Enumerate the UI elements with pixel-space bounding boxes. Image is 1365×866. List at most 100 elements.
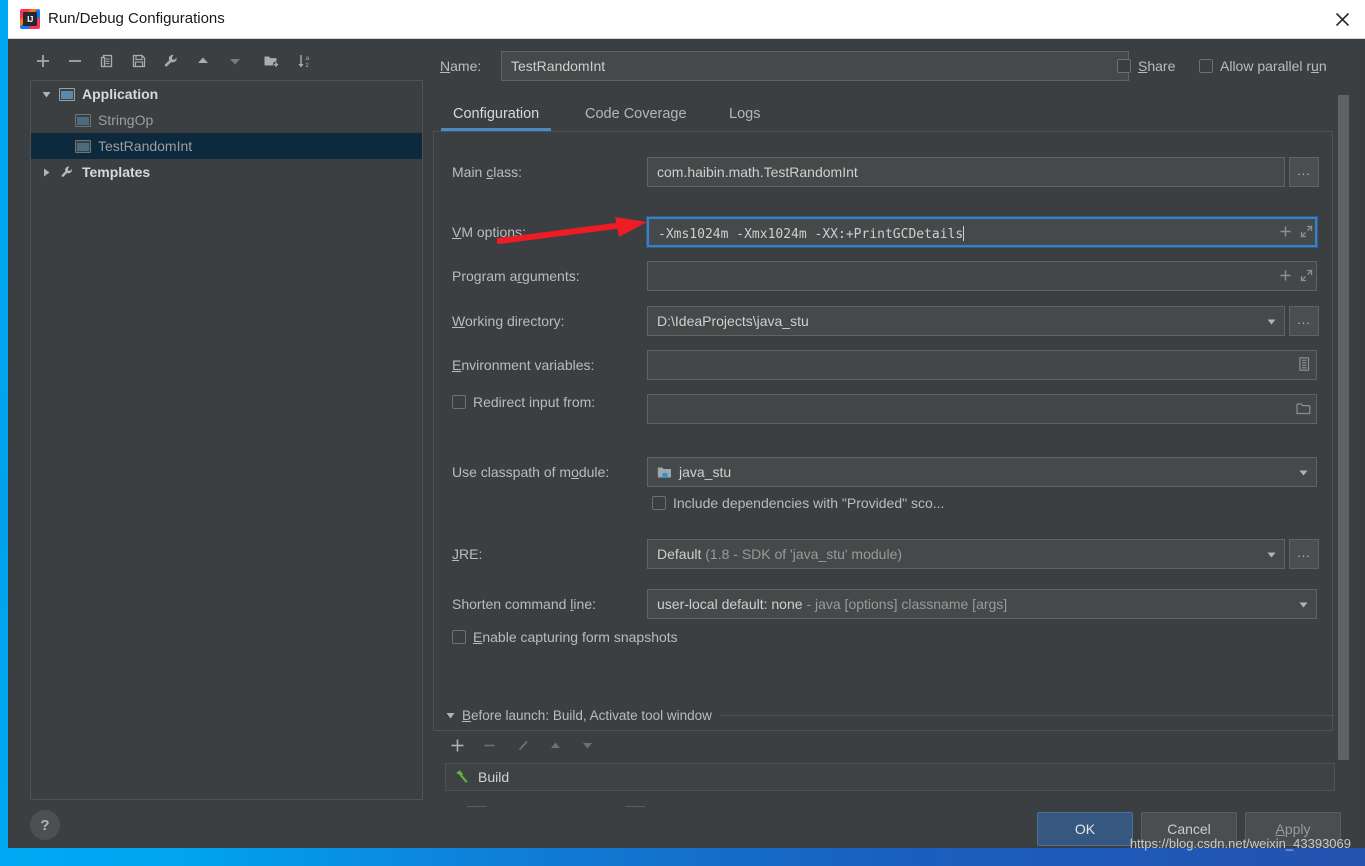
before-launch-remove-button[interactable] xyxy=(477,733,501,757)
jre-value: Default xyxy=(657,546,702,562)
hammer-icon xyxy=(454,769,470,785)
tree-node-label: TestRandomInt xyxy=(98,138,193,154)
chevron-down-icon[interactable] xyxy=(1258,540,1284,568)
shorten-command-line-label: Shorten command line: xyxy=(452,596,596,612)
enable-snapshots-label: Enable capturing form snapshots xyxy=(473,629,678,645)
tree-node-templates[interactable]: Templates xyxy=(31,159,422,185)
move-down-button[interactable] xyxy=(222,48,248,74)
chevron-down-icon[interactable] xyxy=(1290,590,1316,618)
dialog-title-bar: IJ Run/Debug Configurations xyxy=(8,0,1365,39)
desktop-backdrop: IJ Run/Debug Configurations a z Applicat… xyxy=(0,0,1365,866)
chevron-down-icon[interactable] xyxy=(1258,307,1284,335)
copy-configuration-button[interactable] xyxy=(94,48,120,74)
new-folder-button[interactable] xyxy=(258,48,284,74)
checkbox-box xyxy=(652,496,666,510)
shorten-command-line-combo[interactable]: user-local default: none - java [options… xyxy=(647,589,1317,619)
program-arguments-expand-icon[interactable] xyxy=(1296,262,1316,288)
environment-variables-field[interactable] xyxy=(647,350,1317,380)
program-arguments-field[interactable] xyxy=(647,261,1317,291)
main-class-field[interactable]: com.haibin.math.TestRandomInt xyxy=(647,157,1285,187)
checkbox-box xyxy=(452,395,466,409)
before-launch-header[interactable]: Before launch: Build, Activate tool wind… xyxy=(445,705,1335,725)
working-directory-browse-button[interactable]: ... xyxy=(1289,306,1319,336)
checkbox-box xyxy=(452,630,466,644)
jre-label: JRE: xyxy=(452,546,483,562)
module-icon xyxy=(657,466,672,479)
jre-combo[interactable]: Default (1.8 - SDK of 'java_stu' module) xyxy=(647,539,1285,569)
chevron-down-icon[interactable] xyxy=(445,710,456,721)
configuration-panel: Main class: com.haibin.math.TestRandomIn… xyxy=(433,131,1333,731)
vm-options-add-icon[interactable] xyxy=(1275,218,1295,244)
form-scrollbar-thumb[interactable] xyxy=(1338,95,1349,760)
wrench-icon xyxy=(59,165,75,179)
configurations-toolbar: a z xyxy=(30,48,420,74)
tree-node-stringop[interactable]: StringOp xyxy=(31,107,422,133)
chevron-right-icon[interactable] xyxy=(39,165,53,179)
use-classpath-value: java_stu xyxy=(679,464,732,480)
name-input[interactable]: TestRandomInt xyxy=(501,51,1129,81)
jre-value-wrap: Default (1.8 - SDK of 'java_stu' module) xyxy=(657,540,902,568)
use-classpath-label: Use classpath of module: xyxy=(452,464,610,480)
tree-node-application[interactable]: Application xyxy=(31,81,422,107)
tab-code-coverage[interactable]: Code Coverage xyxy=(573,98,699,131)
jre-browse-button[interactable]: ... xyxy=(1289,539,1319,569)
folder-icon[interactable] xyxy=(1292,395,1314,421)
svg-text:a: a xyxy=(305,55,309,62)
jre-value-detail: (1.8 - SDK of 'java_stu' module) xyxy=(705,546,903,562)
tree-node-testrandomint[interactable]: TestRandomInt xyxy=(31,133,422,159)
tab-logs[interactable]: Logs xyxy=(717,98,772,131)
intellij-idea-icon: IJ xyxy=(20,9,40,29)
configuration-form: Name: TestRandomInt Share Allow parallel… xyxy=(433,48,1348,807)
include-dependencies-checkbox[interactable]: Include dependencies with "Provided" sco… xyxy=(652,495,944,511)
left-edge-strip xyxy=(0,0,8,866)
add-configuration-button[interactable] xyxy=(30,48,56,74)
vm-options-expand-icon[interactable] xyxy=(1296,218,1316,244)
before-launch-up-button[interactable] xyxy=(543,733,567,757)
vm-options-field[interactable]: -Xms1024m -Xmx1024m -XX:+PrintGCDetails xyxy=(647,217,1317,247)
allow-parallel-run-checkbox[interactable]: Allow parallel run xyxy=(1199,58,1327,74)
form-scrollbar[interactable] xyxy=(1338,95,1349,760)
chevron-down-icon[interactable] xyxy=(39,87,53,101)
save-configuration-button[interactable] xyxy=(126,48,152,74)
main-class-browse-button[interactable]: ... xyxy=(1289,157,1319,187)
svg-text:z: z xyxy=(305,62,308,69)
environment-variables-label: Environment variables: xyxy=(452,357,595,373)
sort-configurations-button[interactable]: a z xyxy=(292,48,318,74)
shorten-value-detail: - java [options] classname [args] xyxy=(806,596,1008,612)
environment-variables-edit-icon[interactable] xyxy=(1294,351,1314,377)
close-icon[interactable] xyxy=(1319,0,1365,38)
before-launch-down-button[interactable] xyxy=(575,733,599,757)
before-launch-edit-button[interactable] xyxy=(511,733,535,757)
name-label: Name: xyxy=(440,58,482,74)
checkbox-box xyxy=(1199,59,1213,73)
share-label: Share xyxy=(1138,58,1176,74)
tab-configuration[interactable]: Configuration xyxy=(441,98,552,131)
share-checkbox[interactable]: Share xyxy=(1117,58,1175,74)
redirect-input-field[interactable] xyxy=(647,394,1317,424)
tree-node-label: Application xyxy=(82,86,159,102)
edit-templates-button[interactable] xyxy=(158,48,184,74)
enable-snapshots-checkbox[interactable]: Enable capturing form snapshots xyxy=(452,629,678,645)
shorten-value-wrap: user-local default: none - java [options… xyxy=(657,590,1007,618)
configuration-icon xyxy=(75,113,91,127)
vm-options-label: VM options: xyxy=(452,224,526,240)
separator-line xyxy=(719,714,1335,716)
program-arguments-add-icon[interactable] xyxy=(1275,262,1295,288)
before-launch-toolbar xyxy=(445,733,1335,757)
use-classpath-value-wrap: java_stu xyxy=(657,458,731,486)
ok-button[interactable]: OK xyxy=(1037,812,1133,846)
move-up-button[interactable] xyxy=(190,48,216,74)
working-directory-combo[interactable]: D:\IdeaProjects\java_stu xyxy=(647,306,1285,336)
help-button[interactable]: ? xyxy=(30,810,60,840)
dialog-title: Run/Debug Configurations xyxy=(48,10,225,27)
configuration-tabs: Configuration Code Coverage Logs xyxy=(433,98,1333,133)
redirect-input-checkbox[interactable]: Redirect input from: xyxy=(452,394,595,410)
before-launch-add-button[interactable] xyxy=(445,733,469,757)
use-classpath-combo[interactable]: java_stu xyxy=(647,457,1317,487)
checkbox-box xyxy=(1117,59,1131,73)
tree-node-label: Templates xyxy=(82,164,151,180)
chevron-down-icon[interactable] xyxy=(1290,458,1316,486)
before-launch-list[interactable]: Build xyxy=(445,763,1335,791)
configurations-tree[interactable]: Application StringOp TestRandomInt Templ… xyxy=(30,80,423,800)
remove-configuration-button[interactable] xyxy=(62,48,88,74)
